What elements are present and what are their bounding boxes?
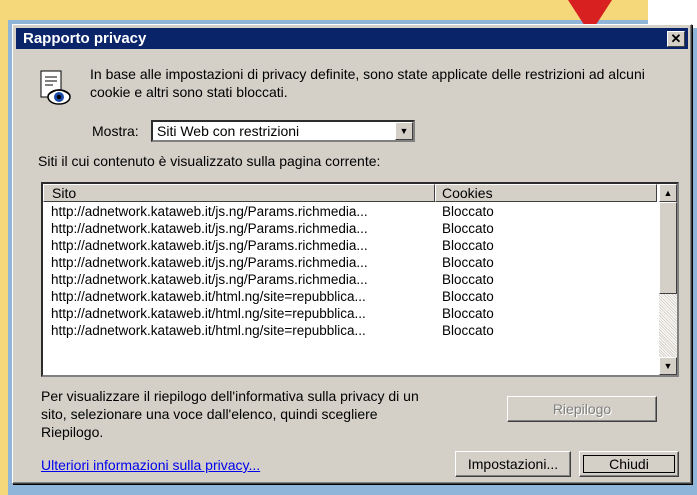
settings-button[interactable]: Impostazioni... xyxy=(455,451,571,477)
title-bar[interactable]: Rapporto privacy ✕ xyxy=(16,28,688,49)
summary-button[interactable]: Riepilogo xyxy=(507,396,657,422)
site-cell: http://adnetwork.kataweb.it/js.ng/Params… xyxy=(51,221,368,236)
privacy-report-dialog: Rapporto privacy ✕ In base alle impostaz… xyxy=(12,24,692,484)
table-row[interactable]: http://adnetwork.kataweb.it/js.ng/Params… xyxy=(43,203,657,220)
site-cell: http://adnetwork.kataweb.it/js.ng/Params… xyxy=(51,255,368,270)
cookie-status-cell: Bloccato xyxy=(442,323,494,338)
vertical-scrollbar[interactable]: ▲ ▼ xyxy=(659,184,677,375)
chevron-down-icon[interactable]: ▼ xyxy=(395,122,413,140)
cookie-status-cell: Bloccato xyxy=(442,204,494,219)
scroll-up-icon[interactable]: ▲ xyxy=(659,184,677,202)
column-header-site[interactable]: Sito xyxy=(43,184,435,202)
table-row[interactable]: http://adnetwork.kataweb.it/js.ng/Params… xyxy=(43,220,657,237)
sites-list[interactable]: Sito Cookies http://adnetwork.kataweb.it… xyxy=(41,182,679,377)
table-row[interactable]: http://adnetwork.kataweb.it/html.ng/site… xyxy=(43,288,657,305)
intro-message: In base alle impostazioni di privacy def… xyxy=(90,66,645,100)
table-row[interactable]: http://adnetwork.kataweb.it/js.ng/Params… xyxy=(43,237,657,254)
site-cell: http://adnetwork.kataweb.it/html.ng/site… xyxy=(51,306,366,321)
filter-dropdown[interactable]: Siti Web con restrizioni ▼ xyxy=(151,120,415,142)
cookie-status-cell: Bloccato xyxy=(442,272,494,287)
column-header-cookies[interactable]: Cookies xyxy=(435,184,657,202)
filter-selected-value: Siti Web con restrizioni xyxy=(157,123,300,139)
site-cell: http://adnetwork.kataweb.it/js.ng/Params… xyxy=(51,272,368,287)
dialog-title: Rapporto privacy xyxy=(23,30,147,47)
scroll-down-icon[interactable]: ▼ xyxy=(659,357,677,375)
background-strip xyxy=(0,0,8,495)
cookie-status-cell: Bloccato xyxy=(442,306,494,321)
cookie-status-cell: Bloccato xyxy=(442,221,494,236)
site-cell: http://adnetwork.kataweb.it/html.ng/site… xyxy=(51,289,366,304)
table-row[interactable]: http://adnetwork.kataweb.it/html.ng/site… xyxy=(43,305,657,322)
filter-label: Mostra: xyxy=(92,123,139,139)
summary-instructions: Per visualizzare il riepilogo dell'infor… xyxy=(41,388,419,440)
site-cell: http://adnetwork.kataweb.it/html.ng/site… xyxy=(51,323,366,338)
cookie-status-cell: Bloccato xyxy=(442,289,494,304)
list-header: Sito Cookies xyxy=(43,184,657,202)
close-button[interactable]: Chiudi xyxy=(579,451,679,477)
cookie-status-cell: Bloccato xyxy=(442,255,494,270)
more-info-link[interactable]: Ulteriori informazioni sulla privacy... xyxy=(41,457,260,473)
cookie-status-cell: Bloccato xyxy=(442,238,494,253)
site-cell: http://adnetwork.kataweb.it/js.ng/Params… xyxy=(51,204,368,219)
close-window-button[interactable]: ✕ xyxy=(667,31,685,47)
site-cell: http://adnetwork.kataweb.it/js.ng/Params… xyxy=(51,238,368,253)
table-row[interactable]: http://adnetwork.kataweb.it/js.ng/Params… xyxy=(43,254,657,271)
table-row[interactable]: http://adnetwork.kataweb.it/html.ng/site… xyxy=(43,322,657,339)
sites-caption: Siti il cui contenuto è visualizzato sul… xyxy=(38,153,381,169)
privacy-report-icon xyxy=(40,70,71,105)
scrollbar-thumb[interactable] xyxy=(659,202,677,294)
table-row[interactable]: http://adnetwork.kataweb.it/js.ng/Params… xyxy=(43,271,657,288)
